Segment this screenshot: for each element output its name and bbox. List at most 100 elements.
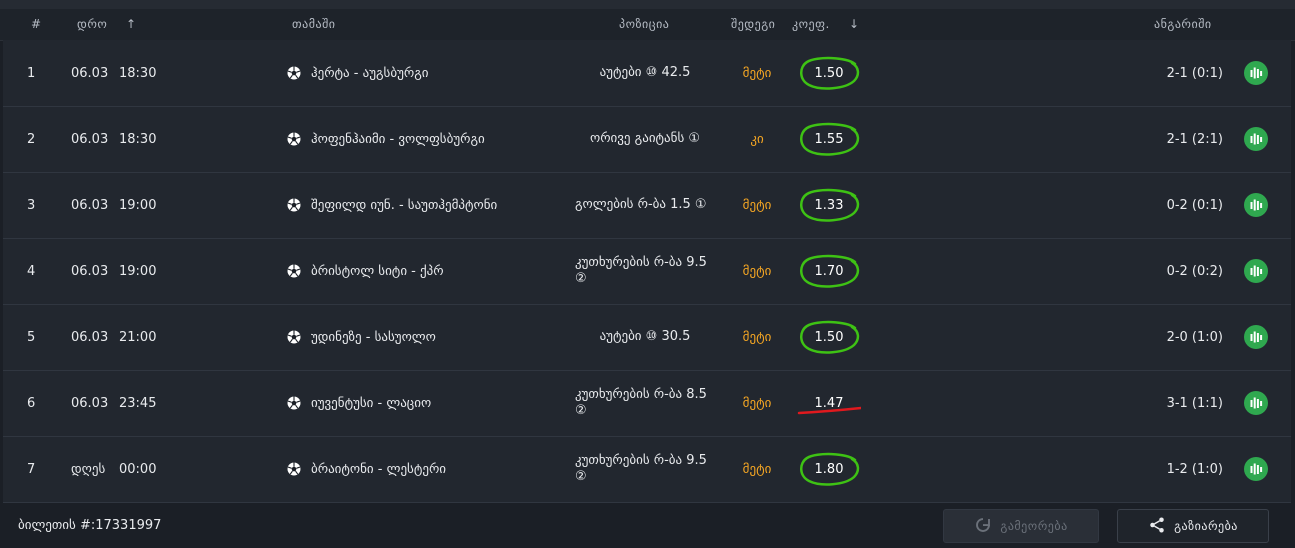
repeat-icon [974, 516, 1000, 537]
row-outcome: მეტი [742, 263, 772, 279]
odds-value: 1.80 [814, 461, 844, 477]
row-position: აუტები ⑩ 30.5 [599, 329, 691, 344]
row-outcome: მეტი [742, 395, 772, 411]
table-row: 4 06.03 19:00 ბრისტოლ სიტი - ქპრ კუთხურების … [3, 238, 1291, 305]
row-outcome: მეტი [742, 197, 772, 213]
repeat-button[interactable]: გამეორება [943, 509, 1099, 543]
header-num: # [31, 17, 42, 31]
row-odds: 1.50 [791, 40, 867, 106]
row-number: 5 [27, 329, 36, 345]
header-game: თამაში [292, 17, 336, 31]
row-stats[interactable] [1244, 106, 1268, 172]
row-game[interactable]: ჰერტა - აუგსბურგი [287, 40, 567, 106]
table-row: 6 06.03 23:45 იუვენტუსი - ლაციო კუთხურების რ… [3, 370, 1291, 437]
arrow-down-icon[interactable]: ↓ [849, 9, 859, 40]
row-odds: 1.55 [791, 106, 867, 172]
row-odds: 1.50 [791, 304, 867, 370]
soccer-ball-icon [287, 396, 301, 410]
odds-value: 1.47 [814, 395, 844, 411]
row-time: 18:30 [119, 65, 157, 81]
table-row: 1 06.03 18:30 ჰერტა - აუგსბურგი აუტები ⑩ 42.… [3, 40, 1291, 107]
soccer-ball-icon [287, 462, 301, 476]
game-name: ბრაიტონი - ლესტერი [311, 461, 447, 477]
share-icon [1148, 516, 1174, 537]
bets-table: 1 06.03 18:30 ჰერტა - აუგსბურგი აუტები ⑩ 42.… [3, 40, 1291, 503]
table-header: # დრო ↑ თამაში პოზიცია შედეგი კოეფ. ↓ ან… [0, 9, 1295, 41]
row-stats[interactable] [1244, 172, 1268, 238]
soccer-ball-icon [287, 66, 301, 80]
game-name: ჰოფენჰაიმი - ვოლფსბურგი [311, 131, 485, 147]
header-time[interactable]: დრო [77, 9, 107, 40]
odds-value: 1.50 [814, 329, 844, 345]
row-outcome: მეტი [742, 329, 772, 345]
row-game[interactable]: იუვენტუსი - ლაციო [287, 370, 567, 436]
row-number: 6 [27, 395, 36, 411]
row-odds: 1.33 [791, 172, 867, 238]
share-button[interactable]: გაზიარება [1117, 509, 1269, 543]
row-number: 1 [27, 65, 36, 81]
stats-bars-icon[interactable] [1244, 127, 1268, 151]
row-time: 21:00 [119, 329, 157, 345]
row-number: 7 [27, 461, 36, 477]
stats-bars-icon[interactable] [1244, 259, 1268, 283]
table-row: 3 06.03 19:00 შეფილდ იუნ. - საუთჰემპტონი გოლ… [3, 172, 1291, 239]
row-position: ორივე გაიტანს ① [589, 131, 701, 146]
row-stats[interactable] [1244, 436, 1268, 502]
row-stats[interactable] [1244, 40, 1268, 106]
row-time: 19:00 [119, 197, 157, 213]
header-position: პოზიცია [619, 17, 670, 31]
row-number: 3 [27, 197, 36, 213]
row-position: კუთხურების რ-ბა 8.5 ② [575, 387, 707, 418]
soccer-ball-icon [287, 330, 301, 344]
stats-bars-icon[interactable] [1244, 61, 1268, 85]
stats-bars-icon[interactable] [1244, 391, 1268, 415]
header-odds[interactable]: კოეფ. [792, 9, 830, 40]
row-result: 0-2 (0:1) [1166, 197, 1223, 213]
row-position: კუთხურების რ-ბა 9.5 ② [575, 255, 707, 286]
row-position: გოლების რ-ბა 1.5 ① [575, 197, 707, 212]
row-position: აუტები ⑩ 42.5 [599, 65, 691, 80]
row-result: 1-2 (1:0) [1166, 461, 1223, 477]
game-name: შეფილდ იუნ. - საუთჰემპტონი [311, 197, 498, 213]
odds-value: 1.55 [814, 131, 844, 147]
row-result: 3-1 (1:1) [1166, 395, 1223, 411]
row-odds: 1.70 [791, 238, 867, 304]
row-game[interactable]: ბრისტოლ სიტი - ქპრ [287, 238, 567, 304]
row-position: კუთხურების რ-ბა 9.5 ② [575, 453, 707, 484]
row-stats[interactable] [1244, 370, 1268, 436]
row-result: 2-0 (1:0) [1166, 329, 1223, 345]
game-name: უდინეზე - სასუოლო [311, 329, 436, 345]
row-odds: 1.47 [791, 370, 867, 436]
stats-bars-icon[interactable] [1244, 457, 1268, 481]
row-time: 00:00 [119, 461, 157, 477]
row-time: 23:45 [119, 395, 157, 411]
top-strip [0, 0, 1295, 9]
ticket-footer: ბილეთის #:17331997 გამეორება გაზიარება [0, 503, 1295, 548]
row-game[interactable]: ჰოფენჰაიმი - ვოლფსბურგი [287, 106, 567, 172]
row-outcome: მეტი [742, 65, 772, 81]
row-result: 0-2 (0:2) [1166, 263, 1223, 279]
soccer-ball-icon [287, 198, 301, 212]
row-game[interactable]: ბრაიტონი - ლესტერი [287, 436, 567, 502]
share-label: გაზიარება [1174, 519, 1238, 533]
odds-value: 1.70 [814, 263, 844, 279]
header-outcome: შედეგი [731, 17, 776, 31]
bet-ticket-panel: # დრო ↑ თამაში პოზიცია შედეგი კოეფ. ↓ ან… [0, 0, 1295, 548]
stats-bars-icon[interactable] [1244, 193, 1268, 217]
repeat-label: გამეორება [1000, 519, 1068, 533]
arrow-up-icon[interactable]: ↑ [126, 9, 136, 40]
row-number: 4 [27, 263, 36, 279]
ticket-number: ბილეთის #:17331997 [18, 518, 162, 533]
game-name: იუვენტუსი - ლაციო [311, 395, 432, 411]
row-game[interactable]: შეფილდ იუნ. - საუთჰემპტონი [287, 172, 567, 238]
game-name: ჰერტა - აუგსბურგი [311, 65, 429, 81]
soccer-ball-icon [287, 132, 301, 146]
row-stats[interactable] [1244, 304, 1268, 370]
stats-bars-icon[interactable] [1244, 325, 1268, 349]
row-stats[interactable] [1244, 238, 1268, 304]
odds-value: 1.50 [814, 65, 844, 81]
row-result: 2-1 (2:1) [1166, 131, 1223, 147]
row-time: 19:00 [119, 263, 157, 279]
row-outcome: კი [750, 131, 764, 147]
row-game[interactable]: უდინეზე - სასუოლო [287, 304, 567, 370]
